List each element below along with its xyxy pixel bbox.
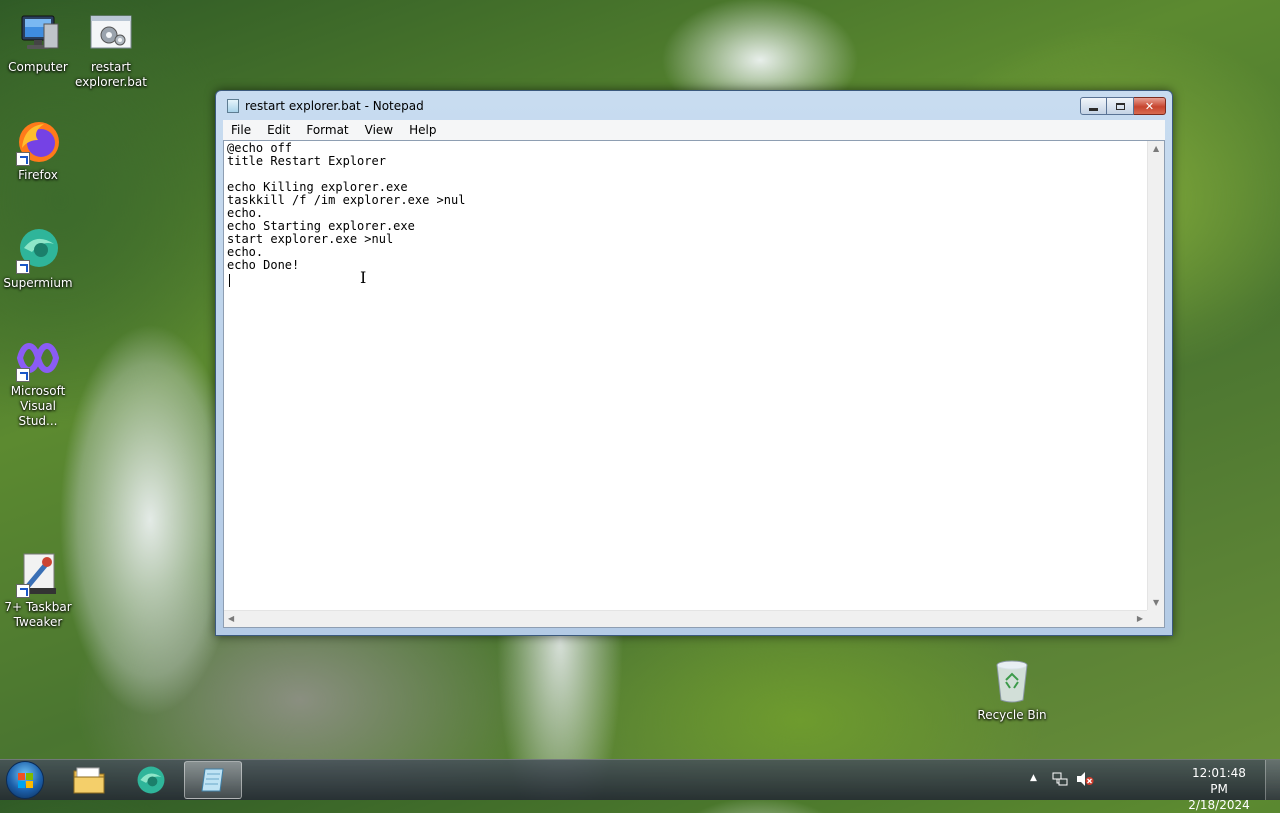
desktop-icon-recycle-bin[interactable]: Recycle Bin — [974, 658, 1050, 723]
desktop-icon-label: Supermium — [3, 276, 73, 290]
menu-help[interactable]: Help — [401, 120, 444, 140]
desktop-icon-label: Firefox — [18, 168, 58, 182]
file-explorer-icon — [73, 767, 105, 794]
desktop-icon-7-taskbar-tweaker[interactable]: 7+ Taskbar Tweaker — [0, 550, 76, 630]
file-content: @echo off title Restart Explorer echo Ki… — [227, 141, 466, 272]
title-bar[interactable]: restart explorer.bat - Notepad ✕ — [216, 91, 1172, 121]
ibeam-cursor-icon: I — [360, 268, 367, 287]
vertical-scrollbar[interactable]: ▲ ▼ — [1147, 141, 1164, 610]
volume-muted-icon[interactable] — [1076, 771, 1094, 790]
desktop-icon-label: Microsoft — [10, 384, 66, 398]
visual-studio-icon — [14, 334, 62, 382]
minimize-button[interactable] — [1080, 97, 1107, 115]
desktop-icon-label: Tweaker — [13, 615, 63, 629]
close-button[interactable]: ✕ — [1134, 97, 1166, 115]
taskbar-tweaker-icon — [14, 550, 62, 598]
desktop-icon-restart-explorer[interactable]: restart explorer.bat — [73, 10, 149, 90]
horizontal-scrollbar[interactable]: ◀ ▶ — [224, 610, 1147, 627]
desktop-icon-supermium[interactable]: Supermium — [0, 226, 76, 291]
computer-icon — [14, 10, 62, 58]
supermium-icon — [137, 766, 165, 794]
supermium-icon — [14, 226, 62, 274]
windows-logo-icon — [18, 773, 34, 789]
shortcut-arrow-icon — [16, 152, 30, 166]
clock-time: 12:01:48 PM — [1192, 766, 1246, 796]
close-icon: ✕ — [1144, 99, 1155, 113]
scroll-up-arrow-icon[interactable]: ▲ — [1153, 144, 1159, 153]
shortcut-arrow-icon — [16, 584, 30, 598]
batch-file-icon — [87, 10, 135, 58]
taskbar-supermium[interactable] — [122, 761, 180, 799]
text-editor[interactable]: @echo off title Restart Explorer echo Ki… — [223, 140, 1165, 628]
desktop-icon-visual-studio[interactable]: Microsoft Visual Stud... — [0, 334, 76, 429]
taskbar-notepad[interactable] — [184, 761, 242, 799]
firefox-icon — [14, 118, 62, 166]
notepad-window[interactable]: restart explorer.bat - Notepad ✕ File Ed… — [215, 90, 1173, 636]
clock[interactable]: 12:01:48 PM 2/18/2024 — [1184, 765, 1254, 813]
desktop-icon-computer[interactable]: Computer — [0, 10, 76, 75]
show-hidden-icons-arrow-icon[interactable]: ▲ — [1030, 773, 1037, 783]
taskbar-file-explorer[interactable] — [60, 761, 118, 799]
notepad-icon — [227, 99, 239, 113]
scroll-down-arrow-icon[interactable]: ▼ — [1153, 598, 1159, 607]
desktop-icon-label: 7+ Taskbar — [4, 600, 72, 614]
text-area[interactable]: @echo off title Restart Explorer echo Ki… — [226, 141, 1147, 610]
recycle-bin-icon — [988, 658, 1036, 706]
window-title: restart explorer.bat - Notepad — [245, 99, 424, 113]
shortcut-arrow-icon — [16, 260, 30, 274]
menu-format[interactable]: Format — [298, 120, 356, 140]
desktop-icon-label: restart — [90, 60, 131, 74]
scroll-right-arrow-icon[interactable]: ▶ — [1137, 614, 1143, 623]
minimize-icon — [1089, 107, 1098, 111]
maximize-button[interactable] — [1107, 97, 1134, 115]
scrollbar-corner — [1147, 610, 1164, 627]
notepad-icon — [201, 768, 224, 792]
text-caret — [229, 274, 230, 287]
network-icon[interactable] — [1052, 771, 1068, 790]
desktop-icon-label: Computer — [8, 60, 68, 74]
menu-bar: File Edit Format View Help — [223, 120, 1165, 141]
clock-date: 2/18/2024 — [1188, 798, 1250, 812]
menu-file[interactable]: File — [223, 120, 259, 140]
scroll-left-arrow-icon[interactable]: ◀ — [228, 614, 234, 623]
start-button[interactable] — [6, 761, 44, 799]
maximize-icon — [1115, 102, 1125, 110]
shortcut-arrow-icon — [16, 368, 30, 382]
menu-view[interactable]: View — [357, 120, 401, 140]
taskbar: ▲ 12:01:48 PM 2/18/2024 — [0, 759, 1280, 812]
desktop-icon-label: Visual Stud... — [18, 399, 58, 428]
desktop-icon-firefox[interactable]: Firefox — [0, 118, 76, 183]
show-desktop-button[interactable] — [1265, 760, 1280, 800]
desktop-icon-label: Recycle Bin — [977, 708, 1047, 722]
desktop-icon-label: explorer.bat — [75, 75, 147, 89]
menu-edit[interactable]: Edit — [259, 120, 298, 140]
